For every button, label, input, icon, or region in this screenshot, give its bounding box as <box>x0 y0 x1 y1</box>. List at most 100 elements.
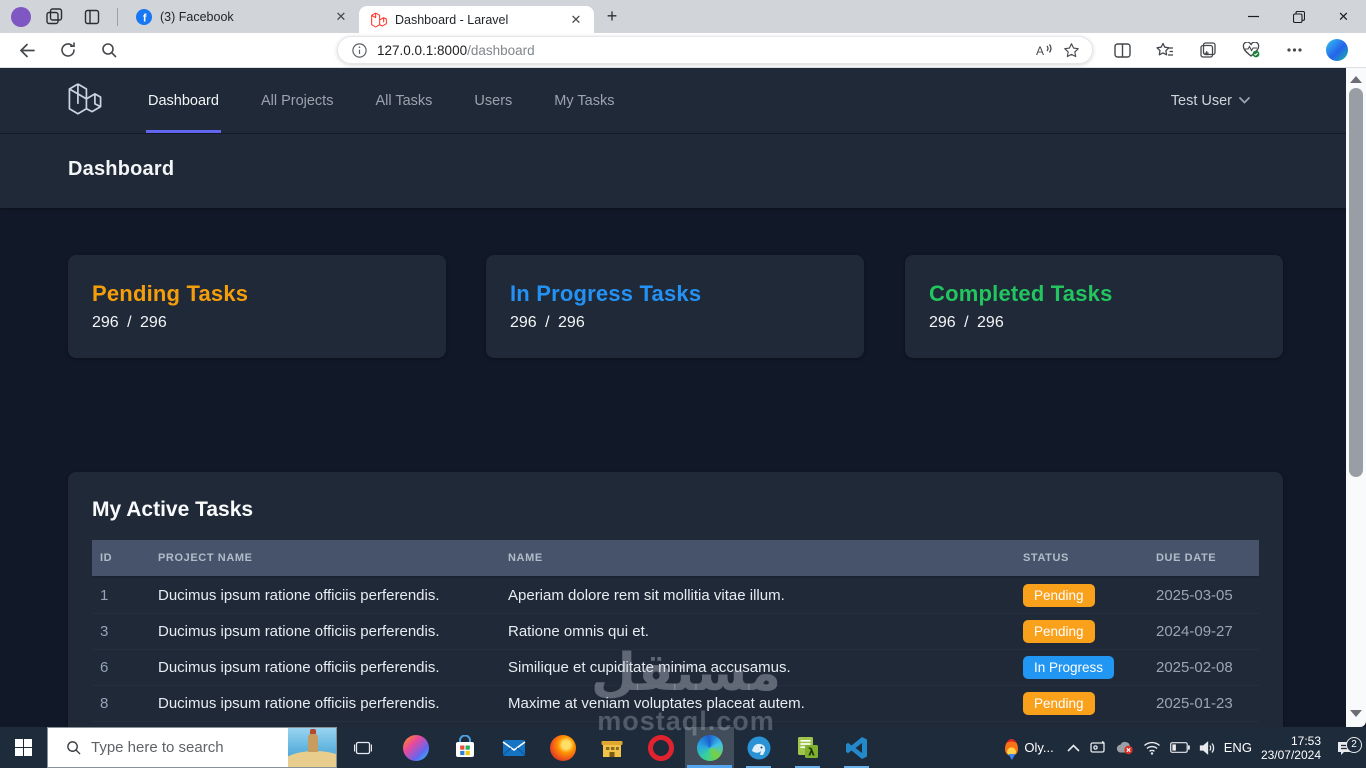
table-row[interactable]: 3 Ducimus ipsum ratione officiis perfere… <box>92 614 1259 650</box>
tab-facebook[interactable]: f (3) Facebook ✕ <box>124 0 359 33</box>
facebook-icon: f <box>136 9 152 25</box>
battery-icon[interactable] <box>1170 742 1190 753</box>
start-button[interactable] <box>0 727 47 768</box>
taskbar-clock[interactable]: 17:53 23/07/2024 <box>1261 734 1321 762</box>
read-aloud-icon[interactable]: A <box>1036 43 1053 58</box>
taskbar-search-box[interactable]: Type here to search <box>47 727 337 768</box>
window-restore-button[interactable] <box>1276 0 1321 33</box>
olympic-torch-icon <box>1005 739 1018 756</box>
section-title: My Active Tasks <box>92 498 1259 522</box>
taskbar-lambda-app-icon[interactable]: λ <box>783 727 832 768</box>
card-title: In Progress Tasks <box>510 281 840 307</box>
status-badge: Pending <box>1023 584 1095 607</box>
copilot-icon[interactable] <box>1320 35 1354 65</box>
favorites-hub-icon[interactable] <box>1148 35 1182 65</box>
back-icon[interactable] <box>10 35 44 65</box>
card-in-progress-tasks: In Progress Tasks 296 / 296 <box>486 255 864 358</box>
user-menu[interactable]: Test User <box>1171 68 1250 133</box>
tab-separator <box>117 8 118 26</box>
svg-text:λ: λ <box>808 745 815 758</box>
site-info-icon[interactable] <box>352 43 367 58</box>
laravel-logo[interactable] <box>68 68 102 133</box>
tab-close-icon[interactable]: ✕ <box>568 12 584 28</box>
tab-title: (3) Facebook <box>160 10 333 24</box>
taskbar-elephant-app-icon[interactable] <box>734 727 783 768</box>
search-highlight-image[interactable] <box>288 728 336 767</box>
clock-date: 23/07/2024 <box>1261 748 1321 762</box>
onedrive-error-icon[interactable] <box>1115 740 1134 755</box>
news-ticker[interactable]: Oly... <box>1005 739 1053 756</box>
settings-menu-icon[interactable] <box>1277 35 1311 65</box>
taskbar-edge-icon[interactable] <box>685 727 734 768</box>
nav-item-users[interactable]: Users <box>472 68 514 133</box>
window-controls: ✕ <box>1231 0 1366 33</box>
taskbar-copilot-icon[interactable] <box>391 727 440 768</box>
favorite-star-icon[interactable] <box>1063 42 1080 59</box>
tab-close-icon[interactable]: ✕ <box>333 9 349 25</box>
taskbar-vscode-icon[interactable] <box>832 727 881 768</box>
url-text[interactable]: 127.0.0.1:8000/dashboard <box>377 43 1036 58</box>
scroll-up-arrow[interactable] <box>1350 76 1362 83</box>
tab-laravel-dashboard[interactable]: Dashboard - Laravel ✕ <box>359 6 594 33</box>
refresh-icon[interactable] <box>51 35 85 65</box>
laravel-favicon <box>371 12 387 28</box>
web-page: Dashboard All Projects All Tasks Users M… <box>0 68 1366 727</box>
windows-logo-icon <box>15 739 33 757</box>
svg-text:f: f <box>143 12 147 24</box>
page-scrollbar[interactable] <box>1346 68 1366 727</box>
volume-icon[interactable] <box>1199 741 1215 755</box>
card-value: 296 / 296 <box>929 314 1259 332</box>
scrollbar-thumb[interactable] <box>1349 88 1363 477</box>
table-row[interactable]: 6 Ducimus ipsum ratione officiis perfere… <box>92 650 1259 686</box>
wifi-icon[interactable] <box>1143 741 1161 755</box>
windows-taskbar: Type here to search <box>0 727 1366 768</box>
col-project-name: PROJECT NAME <box>150 552 500 564</box>
table-row[interactable]: 1 Ducimus ipsum ratione officiis perfere… <box>92 578 1259 614</box>
browser-tab-strip: f (3) Facebook ✕ Dashboard - Laravel ✕ +… <box>0 0 1366 33</box>
status-badge: Pending <box>1023 692 1095 715</box>
status-badge: Pending <box>1023 620 1095 643</box>
taskbar-store-icon[interactable] <box>440 727 489 768</box>
url-path: /dashboard <box>467 43 535 58</box>
notification-count-badge: 2 <box>1346 737 1362 753</box>
my-active-tasks-panel: My Active Tasks ID PROJECT NAME NAME STA… <box>68 472 1283 727</box>
address-bar[interactable]: 127.0.0.1:8000/dashboard A <box>337 36 1093 64</box>
card-value: 296 / 296 <box>92 314 422 332</box>
user-name: Test User <box>1171 93 1232 109</box>
language-indicator[interactable]: ENG <box>1224 740 1252 755</box>
nav-item-all-projects[interactable]: All Projects <box>259 68 336 133</box>
split-screen-icon[interactable] <box>1105 35 1139 65</box>
tray-chevron-up-icon[interactable] <box>1067 744 1080 752</box>
scroll-down-arrow[interactable] <box>1350 710 1362 717</box>
table-row[interactable]: 8 Ducimus ipsum ratione officiis perfere… <box>92 686 1259 722</box>
taskbar-building-app-icon[interactable] <box>587 727 636 768</box>
action-center-icon[interactable]: 2 <box>1330 740 1360 756</box>
nav-item-all-tasks[interactable]: All Tasks <box>373 68 434 133</box>
table-header-row: ID PROJECT NAME NAME STATUS DUE DATE <box>92 540 1259 578</box>
nav-item-dashboard[interactable]: Dashboard <box>146 68 221 133</box>
col-name: NAME <box>500 552 1015 564</box>
browser-essentials-icon[interactable] <box>1234 35 1268 65</box>
window-close-button[interactable]: ✕ <box>1321 0 1366 33</box>
card-value: 296 / 296 <box>510 314 840 332</box>
col-id: ID <box>92 552 150 564</box>
tab-actions-icon[interactable] <box>77 3 107 31</box>
taskbar-opera-icon[interactable] <box>636 727 685 768</box>
workspaces-icon[interactable] <box>39 3 69 31</box>
meet-now-icon[interactable] <box>1089 740 1106 755</box>
nav-links: Dashboard All Projects All Tasks Users M… <box>146 68 616 133</box>
browser-profile-avatar[interactable] <box>11 7 31 27</box>
nav-item-my-tasks[interactable]: My Tasks <box>552 68 616 133</box>
tasks-table: ID PROJECT NAME NAME STATUS DUE DATE 1 D… <box>92 540 1259 722</box>
clock-time: 17:53 <box>1261 734 1321 748</box>
search-icon[interactable] <box>92 35 126 65</box>
taskbar-firefox-icon[interactable] <box>538 727 587 768</box>
task-view-icon[interactable] <box>343 727 383 768</box>
col-due-date: DUE DATE <box>1148 552 1259 564</box>
status-badge: In Progress <box>1023 656 1114 679</box>
collections-icon[interactable] <box>1191 35 1225 65</box>
taskbar-mail-icon[interactable] <box>489 727 538 768</box>
window-minimize-button[interactable] <box>1231 0 1276 33</box>
app-navbar: Dashboard All Projects All Tasks Users M… <box>0 68 1346 133</box>
new-tab-button[interactable]: + <box>598 3 626 31</box>
